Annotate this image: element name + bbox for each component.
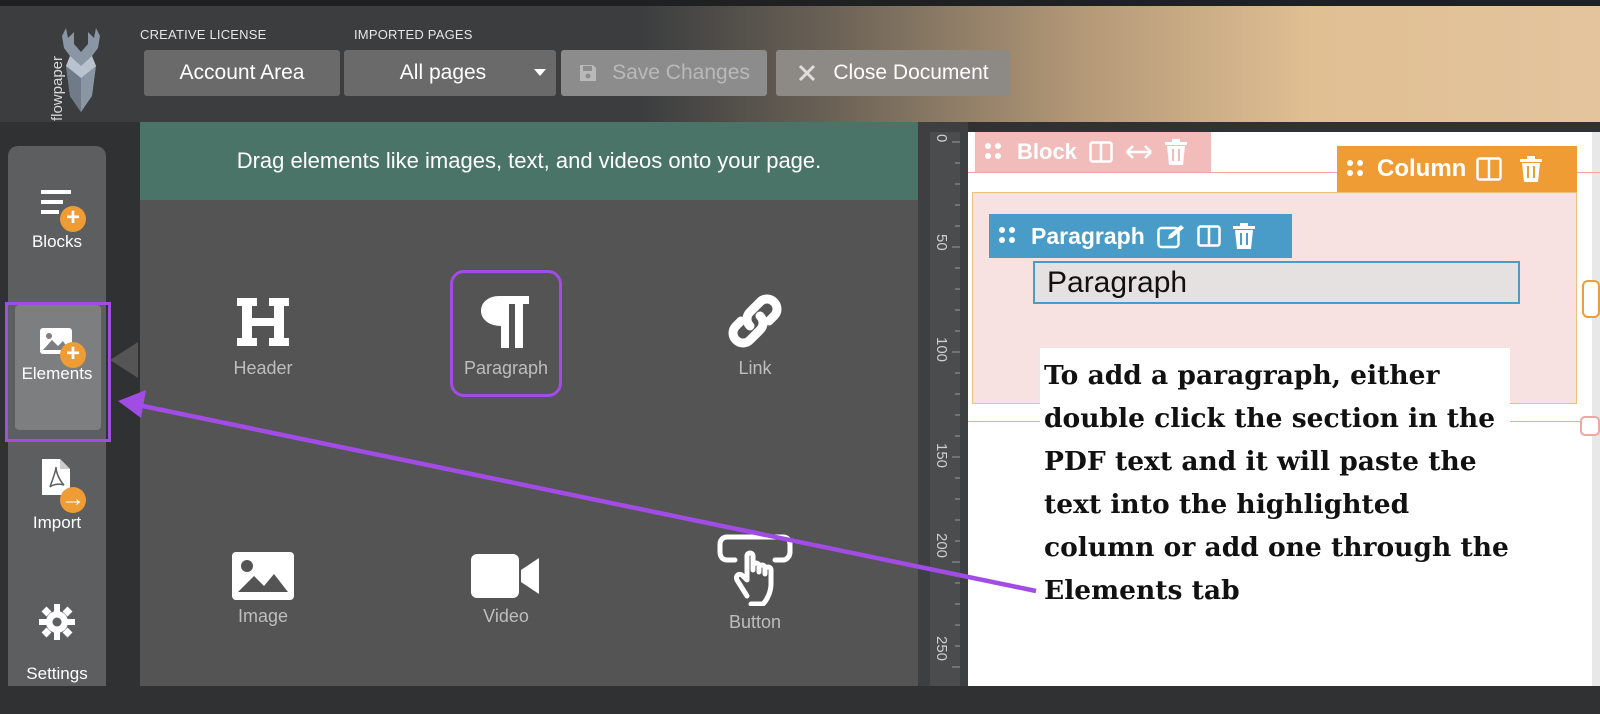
close-icon — [799, 64, 816, 82]
floppy-disk-icon — [580, 65, 597, 81]
element-header[interactable]: Header — [208, 282, 318, 379]
drag-handle-icon[interactable] — [985, 142, 1005, 162]
flowpaper-logo[interactable]: flowpaper — [22, 20, 112, 121]
pages-select[interactable]: All pages — [344, 50, 556, 96]
ruler-tick-label: 250 — [933, 636, 950, 662]
header-icon — [237, 298, 289, 346]
block-resize-handle[interactable] — [1580, 416, 1600, 436]
link-icon — [728, 294, 782, 348]
ruler-strip — [930, 132, 960, 686]
element-button[interactable]: Button — [700, 530, 810, 633]
account-area-button[interactable]: Account Area — [144, 50, 340, 96]
sidebar-item-settings[interactable]: Settings — [8, 604, 106, 714]
stag-head-icon — [62, 28, 100, 112]
paragraph-text-field[interactable]: Paragraph — [1033, 261, 1520, 304]
arrow-right-icon: → — [60, 485, 86, 513]
drag-handle-icon[interactable] — [999, 226, 1019, 246]
video-icon — [471, 554, 539, 598]
chevron-down-icon — [534, 69, 546, 76]
column-resize-handle[interactable] — [1582, 280, 1600, 318]
ruler-tick-label: 50 — [933, 234, 950, 251]
image-icon — [232, 552, 294, 600]
ruler-ticks — [952, 141, 960, 668]
paragraph-toolbar: Paragraph — [989, 214, 1292, 258]
panel-pointer — [110, 342, 138, 378]
column-toolbar: Column — [1337, 146, 1577, 192]
ruler-tick-label: 200 — [933, 533, 950, 559]
columns-icon[interactable] — [1197, 225, 1221, 247]
column-tag-label: Column — [1377, 155, 1467, 182]
gear-icon — [39, 604, 75, 640]
element-image[interactable]: Image — [208, 530, 318, 627]
columns-icon[interactable] — [1089, 141, 1113, 163]
top-toolbar: flowpaper CREATIVE LICENSE IMPORTED PAGE… — [0, 0, 1600, 122]
element-link[interactable]: Link — [700, 282, 810, 379]
drag-handle-icon[interactable] — [1347, 159, 1367, 179]
tutorial-annotation: To add a paragraph, either double click … — [1040, 348, 1510, 606]
license-label: CREATIVE LICENSE — [140, 27, 267, 42]
sidebar-item-blocks[interactable]: + Blocks — [8, 184, 106, 294]
pointer-hand-icon — [717, 534, 793, 606]
edit-icon[interactable] — [1157, 223, 1185, 249]
paragraph-highlight-box — [450, 270, 562, 397]
add-plus-icon: + — [60, 206, 86, 232]
sidebar-item-import[interactable]: → Import — [8, 455, 106, 565]
panel-instruction: Drag elements like images, text, and vid… — [140, 122, 918, 200]
close-document-button[interactable]: Close Document — [776, 50, 1010, 96]
imported-pages-label: IMPORTED PAGES — [354, 27, 473, 42]
ruler-tick-label: 0 — [933, 134, 950, 143]
resize-horizontal-icon[interactable] — [1125, 144, 1153, 160]
paragraph-tag-label: Paragraph — [1031, 222, 1145, 249]
trash-icon[interactable] — [1164, 139, 1187, 165]
trash-icon[interactable] — [1520, 156, 1543, 182]
trash-icon[interactable] — [1232, 223, 1255, 249]
save-changes-button[interactable]: Save Changes — [561, 50, 767, 96]
ruler-tick-label: 150 — [933, 443, 950, 469]
block-tag-label: Block — [1017, 139, 1077, 164]
columns-icon[interactable] — [1476, 157, 1503, 181]
block-toolbar: Block — [975, 132, 1211, 172]
element-video[interactable]: Video — [451, 530, 561, 627]
ruler-tick-label: 100 — [933, 337, 950, 363]
elements-highlight-box — [5, 302, 111, 442]
